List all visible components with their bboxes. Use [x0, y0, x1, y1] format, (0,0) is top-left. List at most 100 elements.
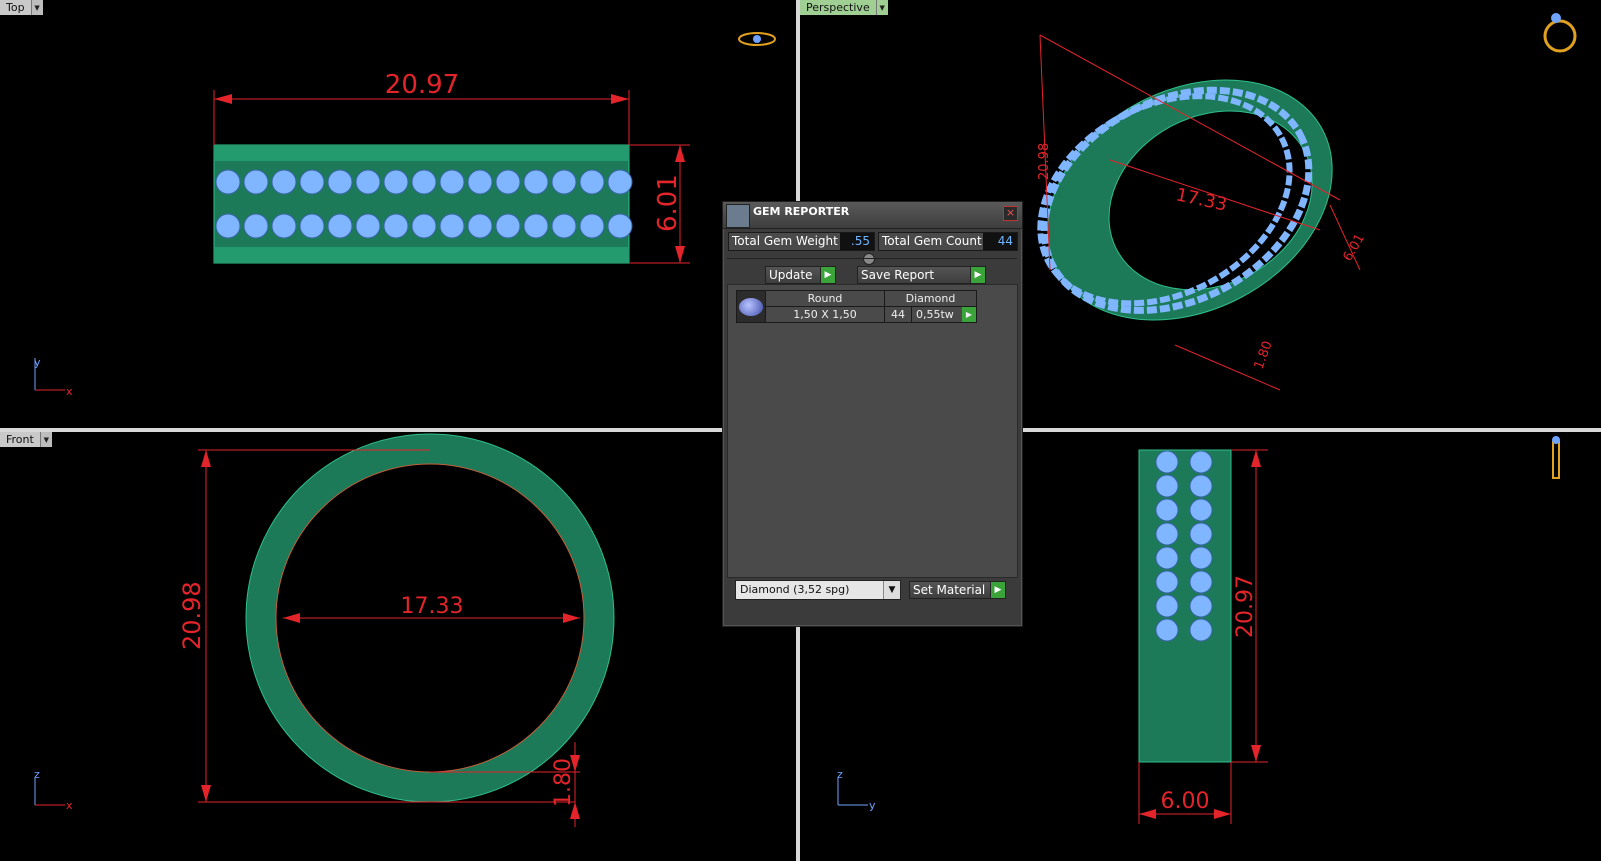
- axis-label-z: z: [34, 768, 40, 781]
- gem-stone: [1189, 570, 1213, 594]
- dimension-label-persp-height: 20.98: [1037, 143, 1052, 180]
- gem-stone: [1155, 522, 1179, 546]
- dimension-label-front-thickness: 1.80: [551, 758, 576, 807]
- viewport-label-front: Front: [0, 432, 41, 447]
- close-icon[interactable]: ×: [1003, 206, 1018, 221]
- viewport-tab-top[interactable]: Top ▼: [0, 0, 43, 15]
- gem-stone: [355, 169, 381, 195]
- viewport-label-perspective: Perspective: [800, 0, 877, 15]
- gem-stone: [1155, 450, 1179, 474]
- ring-rim-top: [214, 145, 629, 161]
- gem-stone: [411, 213, 437, 239]
- total-gem-weight-label: Total Gem Weight: [732, 234, 838, 248]
- play-arrow-icon[interactable]: ▶: [962, 307, 976, 322]
- viewport-top[interactable]: 20.97 6.01 y x Top ▼: [0, 0, 796, 428]
- gem-thumbnail[interactable]: [736, 290, 766, 323]
- play-arrow-icon: ▶: [990, 582, 1005, 598]
- gem-table: Round Diamond 1,50 X 1,50 44 0,55tw ▶: [736, 290, 977, 323]
- gem-stone: [299, 213, 325, 239]
- chevron-down-icon[interactable]: ▼: [31, 0, 43, 15]
- gem-stone: [1189, 498, 1213, 522]
- set-material-button[interactable]: Set Material ▶: [909, 581, 1006, 599]
- gem-stone: [607, 169, 633, 195]
- material-select[interactable]: Diamond (3,52 spg) ▼: [735, 580, 901, 600]
- gem-size: 1,50 X 1,50: [765, 306, 885, 323]
- gem-stone: [579, 169, 605, 195]
- gem-list[interactable]: Round Diamond 1,50 X 1,50 44 0,55tw ▶: [727, 284, 1018, 578]
- gem-stone: [1189, 522, 1213, 546]
- gem-stone: [215, 169, 241, 195]
- update-button-label: Update: [769, 268, 813, 282]
- dimension-label-front-height: 20.98: [178, 581, 206, 650]
- material-select-value: Diamond (3,52 spg): [740, 583, 850, 596]
- ring-side-view-icon[interactable]: [1552, 441, 1560, 479]
- total-gem-count-label: Total Gem Count: [882, 234, 982, 248]
- dimension-label-height: 6.01: [653, 174, 683, 232]
- gem-reporter-titlebar[interactable]: GEM REPORTER ×: [723, 202, 1022, 229]
- total-gem-count-value: 44: [983, 233, 1017, 250]
- viewport-tab-perspective[interactable]: Perspective ▼: [800, 0, 888, 15]
- play-arrow-icon: ▶: [970, 267, 985, 283]
- gem-reporter-panel[interactable]: GEM REPORTER × Total Gem Weight .55 Tota…: [722, 201, 1023, 627]
- gem-stone: [299, 169, 325, 195]
- dimension-label-width: 20.97: [385, 70, 459, 100]
- dimension-label-persp-thickness: 1.80: [1252, 339, 1276, 371]
- set-material-button-label: Set Material: [913, 583, 986, 597]
- dimension-label-side-width: 6.00: [1161, 789, 1210, 814]
- gem-stone: [1189, 594, 1213, 618]
- gem-stone: [1155, 594, 1179, 618]
- gem-stone: [523, 169, 549, 195]
- chevron-down-icon[interactable]: ▼: [883, 581, 900, 599]
- gem-weight[interactable]: 0,55tw ▶: [911, 306, 977, 323]
- gem-table-row[interactable]: 1,50 X 1,50 44 0,55tw ▶: [737, 306, 977, 323]
- axis-label-y: y: [869, 799, 876, 812]
- gem-shape-header: Round: [765, 290, 885, 307]
- gem-stone: [383, 169, 409, 195]
- total-gem-weight-field: Total Gem Weight .55: [728, 232, 875, 251]
- gem-table-row[interactable]: Round Diamond: [736, 290, 977, 323]
- chevron-down-icon[interactable]: ▼: [876, 0, 888, 15]
- gem-stone: [215, 213, 241, 239]
- gem-stone: [439, 213, 465, 239]
- gem-reporter-title: GEM REPORTER: [753, 205, 850, 218]
- separator: [727, 258, 1017, 259]
- viewport-front[interactable]: 20.98 17.33 1.80 z x Front ▼: [0, 432, 796, 861]
- gem-stone: [579, 213, 605, 239]
- collapse-toggle-icon[interactable]: [863, 253, 875, 265]
- gem-stone: [383, 213, 409, 239]
- gem-stone: [327, 169, 353, 195]
- gem-stone: [551, 213, 577, 239]
- save-report-button[interactable]: Save Report ▶: [857, 266, 986, 284]
- viewport-tab-front[interactable]: Front ▼: [0, 432, 52, 447]
- gem-stone: [271, 213, 297, 239]
- gem-stone: [495, 169, 521, 195]
- gem-stone: [243, 169, 269, 195]
- gem-weight-value: 0,55tw: [916, 308, 954, 321]
- top-view-canvas: 20.97 6.01 y x: [34, 32, 776, 398]
- chevron-down-icon[interactable]: ▼: [40, 432, 52, 447]
- ring-side: [1138, 449, 1232, 763]
- total-gem-count-field: Total Gem Count 44: [878, 232, 1018, 251]
- gem-stone: [1189, 546, 1213, 570]
- gem-stone: [439, 169, 465, 195]
- axis-label-x: x: [66, 799, 73, 812]
- axis-label-z: z: [837, 768, 843, 781]
- ring-band-top: [213, 144, 630, 264]
- gem-stone: [523, 213, 549, 239]
- gem-stone: [327, 213, 353, 239]
- total-gem-weight-value: .55: [840, 233, 874, 250]
- dimension-label-side-height: 20.97: [1233, 575, 1258, 638]
- gem-stone: [1155, 618, 1179, 642]
- gem-stone: [1155, 498, 1179, 522]
- gem-stone: [271, 169, 297, 195]
- gem-stone: [411, 169, 437, 195]
- gem-stone: [355, 213, 381, 239]
- update-button[interactable]: Update ▶: [765, 266, 836, 284]
- gem-stone: [551, 169, 577, 195]
- round-gem-icon: [739, 297, 763, 316]
- ring-view-icon[interactable]: [1543, 19, 1577, 53]
- axis-label-y: y: [34, 356, 41, 369]
- gem-report-icon: [726, 204, 750, 228]
- gem-count: 44: [884, 306, 912, 323]
- gem-stone: [1155, 546, 1179, 570]
